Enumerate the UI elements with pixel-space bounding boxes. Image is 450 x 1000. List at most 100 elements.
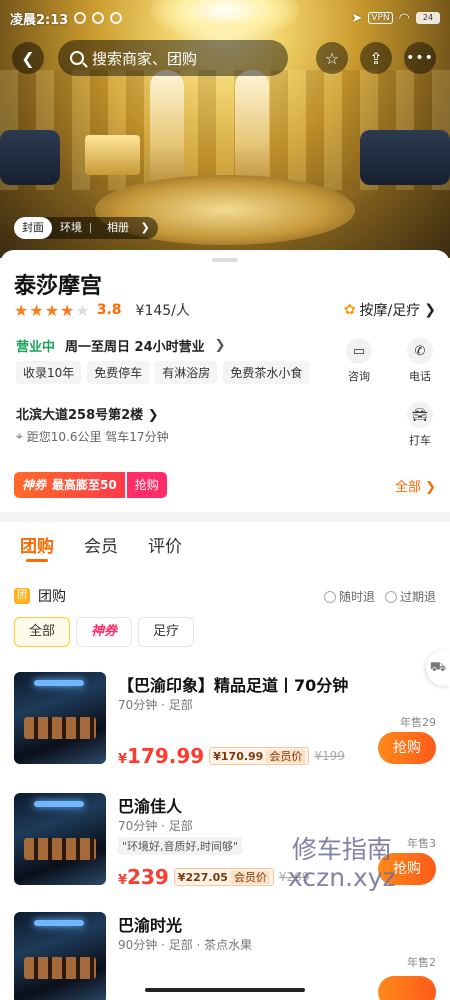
deal-title: 【巴渝印象】精品足道丨70分钟 <box>118 676 349 695</box>
policy-anytime-refund: 随时退 <box>323 588 375 605</box>
phone-icon: ✆ <box>407 338 433 364</box>
tab-group-buy[interactable]: 团购 <box>20 532 54 572</box>
filter-coupon[interactable]: 神券 <box>76 617 133 647</box>
deal-meta: 70分钟 · 足部 <box>118 698 193 712</box>
call-button[interactable]: ✆ 电话 <box>400 338 440 384</box>
annual-sales: 年售29 <box>400 716 436 729</box>
distance-info: ⌖ 距您10.6公里 驾车17分钟 <box>16 428 169 445</box>
rating-stars: ★★★★★ <box>14 300 91 320</box>
deal-price: ¥179.99 <box>118 744 205 768</box>
check-icon <box>323 590 336 603</box>
deal-price-row: ¥239 ¥227.05 会员价 ¥269 <box>118 865 309 889</box>
member-price: ¥170.99 会员价 <box>209 747 310 765</box>
chat-icon: ▭ <box>346 338 372 364</box>
deal-title: 巴渝佳人 <box>118 797 183 816</box>
filter-foot[interactable]: 足疗 <box>138 617 195 647</box>
annual-sales: 年售3 <box>407 837 436 850</box>
chevron-right-icon: ❯ <box>147 408 159 423</box>
photo-tabs: 封面 环境 相册 ❯ <box>14 217 158 239</box>
photo-tab-cover[interactable]: 封面 <box>14 217 52 239</box>
annual-sales: 年售2 <box>407 956 436 969</box>
business-hours[interactable]: 营业中 周一至周日 24小时营业 ❯ <box>16 336 226 355</box>
shop-rating: ★★★★★ 3.8 ¥145/人 <box>14 300 190 320</box>
hours-text: 周一至周日 24小时营业 <box>65 340 205 355</box>
deal-price: ¥239 <box>118 865 169 889</box>
buy-button[interactable] <box>378 976 436 1000</box>
search-icon <box>70 51 84 65</box>
group-buy-badge: 团 <box>14 588 30 604</box>
section-divider <box>0 512 450 522</box>
chevron-right-icon: ❯ <box>424 302 436 318</box>
facility-tag: 有淋浴房 <box>155 361 218 384</box>
review-quote: "环境好,音质好,时间够" <box>118 837 243 855</box>
coupon-text: 最高膨至50 <box>52 478 117 492</box>
photo-tab-album[interactable]: 相册 ❯ <box>91 217 158 239</box>
consult-label: 咨询 <box>348 370 370 383</box>
coupon-brand: 神券 <box>22 478 47 492</box>
content-tabs: 团购 会员 评价 <box>0 532 450 572</box>
favorite-button[interactable]: ☆ <box>316 42 348 74</box>
group-buy-title: 团购 <box>38 589 66 605</box>
coupon-promo[interactable]: 神券 最高膨至50 抢购 <box>14 472 167 498</box>
original-price: ¥199 <box>314 749 345 763</box>
member-price: ¥227.05 会员价 <box>173 868 274 886</box>
deal-thumbnail <box>14 793 106 885</box>
open-status: 营业中 <box>16 340 56 355</box>
consult-button[interactable]: ▭ 咨询 <box>339 338 379 384</box>
all-coupons-link[interactable]: 全部 ❯ <box>395 476 436 495</box>
more-button[interactable]: ••• <box>404 42 436 74</box>
share-icon: ⇪ <box>369 48 383 68</box>
location-pin-icon: ⌖ <box>16 429 23 443</box>
status-time: 凌晨2:13 <box>10 12 69 28</box>
location-icon: ➤ <box>351 10 363 26</box>
hero-desk <box>85 135 140 175</box>
group-buy-header: 团 团购 随时退 过期退 <box>14 586 436 606</box>
policy-expired-refund: 过期退 <box>384 588 436 605</box>
deal-filters: 全部 神券 足疗 <box>14 617 195 647</box>
taxi-button[interactable]: 🚘︎ 打车 <box>400 402 440 448</box>
buy-button[interactable]: 抢购 <box>378 732 436 764</box>
deal-meta: 90分钟 · 足部 · 茶点水果 <box>118 938 253 952</box>
deal-item[interactable]: 巴渝时光 90分钟 · 足部 · 茶点水果 年售2 <box>0 912 450 1000</box>
share-button[interactable]: ⇪ <box>360 42 392 74</box>
more-icon: ••• <box>406 50 434 66</box>
home-indicator <box>145 988 305 992</box>
facility-tags: 收录10年 免费停车 有淋浴房 免费茶水小食 <box>16 361 310 384</box>
tab-membership[interactable]: 会员 <box>84 532 118 572</box>
battery-icon: 24 <box>416 12 440 24</box>
car-icon: 🚘︎ <box>407 402 433 428</box>
drag-handle <box>212 258 238 262</box>
shop-info-card: 泰莎摩宫 ★★★★★ 3.8 ¥145/人 ✿ 按摩/足疗 ❯ 营业中 周一至周… <box>0 250 450 520</box>
vpn-badge: VPN <box>368 12 393 24</box>
back-button[interactable]: ❮ <box>12 42 44 74</box>
coupon-grab-button[interactable]: 抢购 <box>126 472 167 498</box>
watermark: 修车指南 xczn.xyz <box>288 835 396 892</box>
distance-text: 距您10.6公里 驾车17分钟 <box>26 430 169 444</box>
category-label: 按摩/足疗 <box>359 303 421 319</box>
deal-meta: 70分钟 · 足部 <box>118 819 193 833</box>
filter-all[interactable]: 全部 <box>14 617 71 647</box>
coupon-label: 神券 最高膨至50 <box>14 472 125 498</box>
hero-sofa-left <box>0 130 60 185</box>
search-input[interactable]: 搜索商家、团购 <box>58 40 288 76</box>
alarm-icon <box>74 12 87 24</box>
deal-title: 巴渝时光 <box>118 916 183 935</box>
address-link[interactable]: 北滨大道258号第2楼 ❯ <box>16 404 159 423</box>
star-icon: ☆ <box>324 48 340 68</box>
deal-item[interactable]: 【巴渝印象】精品足道丨70分钟 70分钟 · 足部 ¥179.99 ¥170.9… <box>0 672 450 792</box>
shop-name: 泰莎摩宫 <box>14 274 103 299</box>
call-label: 电话 <box>409 370 431 383</box>
tab-reviews[interactable]: 评价 <box>148 532 182 572</box>
category-link[interactable]: ✿ 按摩/足疗 ❯ <box>344 300 436 320</box>
deal-thumbnail <box>14 912 106 1000</box>
deal-price-row: ¥179.99 ¥170.99 会员价 ¥199 <box>118 744 345 768</box>
deal-thumbnail <box>14 672 106 764</box>
facility-tag: 免费茶水小食 <box>223 361 310 384</box>
chevron-right-icon: ❯ <box>214 338 226 353</box>
photo-tab-environment[interactable]: 环境 <box>52 217 90 239</box>
check-icon <box>384 590 397 603</box>
chevron-left-icon: ❮ <box>21 48 35 68</box>
app-notification-icon <box>92 12 105 24</box>
status-bar: 凌晨2:13 ➤ VPN ◠ 24 <box>10 8 440 28</box>
hero-sofa-right <box>360 130 450 185</box>
